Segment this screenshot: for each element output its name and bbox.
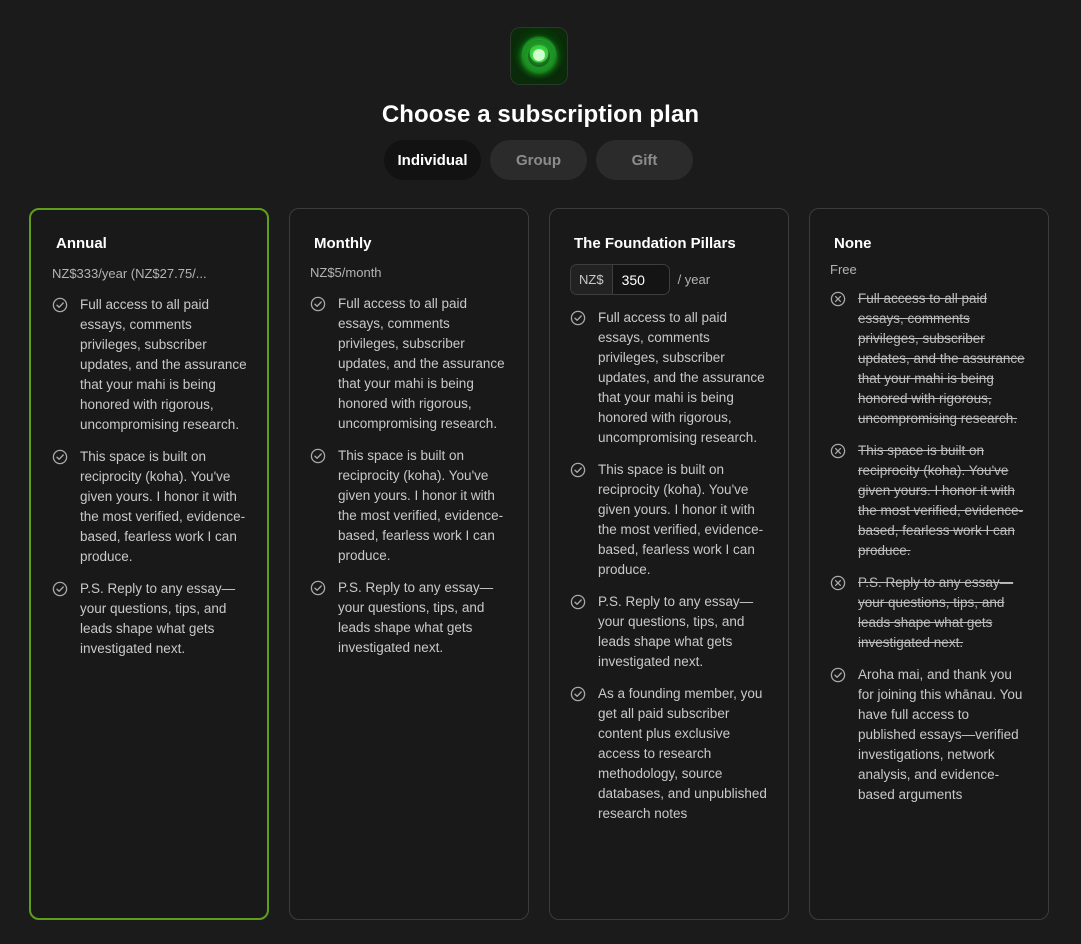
plan-card-annual[interactable]: Annual NZ$333/year (NZ$27.75/... Full ac… [29, 208, 269, 920]
check-circle-icon [52, 581, 68, 597]
feature-list: Full access to all paid essays, comments… [570, 308, 768, 824]
logo-gem [533, 49, 545, 61]
feature-item: This space is built on reciprocity (koha… [310, 446, 508, 566]
feature-text: Aroha mai, and thank you for joining thi… [858, 667, 1023, 802]
feature-text: Full access to all paid essays, comments… [338, 296, 505, 431]
feature-text: Full access to all paid essays, comments… [598, 310, 765, 445]
feature-text: This space is built on reciprocity (koha… [80, 449, 246, 564]
green-ring-logo-icon [511, 28, 567, 84]
x-circle-icon [830, 291, 846, 307]
feature-text: P.S. Reply to any essay—your questions, … [598, 594, 754, 669]
plan-price: Free [830, 262, 857, 277]
check-circle-icon [310, 296, 326, 312]
feature-text: As a founding member, you get all paid s… [598, 686, 767, 821]
check-circle-icon [570, 686, 586, 702]
feature-text: Full access to all paid essays, comments… [80, 297, 247, 432]
custom-amount-row: NZ$ / year [570, 264, 768, 295]
feature-text: P.S. Reply to any essay—your questions, … [80, 581, 236, 656]
x-circle-icon [830, 575, 846, 591]
plan-card-monthly[interactable]: Monthly NZ$5/month Full access to all pa… [289, 208, 529, 920]
plan-price: NZ$5/month [310, 265, 382, 280]
feature-text: This space is built on reciprocity (koha… [338, 448, 504, 563]
tab-gift[interactable]: Gift [596, 140, 693, 180]
plan-title: The Foundation Pillars [574, 235, 736, 252]
tab-group[interactable]: Group [490, 140, 587, 180]
check-circle-icon [52, 449, 68, 465]
feature-list: Full access to all paid essays, comments… [830, 289, 1028, 805]
feature-item: As a founding member, you get all paid s… [570, 684, 768, 824]
feature-item: This space is built on reciprocity (koha… [570, 460, 768, 580]
feature-text: Full access to all paid essays, comments… [858, 291, 1025, 426]
feature-item: P.S. Reply to any essay—your questions, … [310, 578, 508, 658]
feature-item: Full access to all paid essays, comments… [310, 294, 508, 434]
check-circle-icon [310, 580, 326, 596]
check-circle-icon [830, 667, 846, 683]
feature-item: Aroha mai, and thank you for joining thi… [830, 665, 1028, 805]
per-year-label: / year [677, 272, 711, 287]
plan-title: Annual [56, 235, 107, 252]
check-circle-icon [570, 462, 586, 478]
feature-text: P.S. Reply to any essay—your questions, … [858, 575, 1014, 650]
amount-field: NZ$ [570, 264, 670, 295]
feature-text: This space is built on reciprocity (koha… [858, 443, 1024, 558]
feature-item: Full access to all paid essays, comments… [570, 308, 768, 448]
check-circle-icon [310, 448, 326, 464]
check-circle-icon [570, 594, 586, 610]
feature-list: Full access to all paid essays, comments… [52, 295, 248, 659]
plan-title: Monthly [314, 235, 372, 252]
feature-item: P.S. Reply to any essay—your questions, … [570, 592, 768, 672]
plan-type-tabs: Individual Group Gift [384, 140, 693, 180]
plan-price: NZ$333/year (NZ$27.75/... [52, 266, 207, 281]
page-title: Choose a subscription plan [381, 101, 700, 128]
feature-item: This space is built on reciprocity (koha… [830, 441, 1028, 561]
plan-title: None [834, 235, 872, 252]
check-circle-icon [52, 297, 68, 313]
feature-list: Full access to all paid essays, comments… [310, 294, 508, 658]
plan-card-foundation-pillars[interactable]: The Foundation Pillars NZ$ / year Full a… [549, 208, 789, 920]
feature-item: P.S. Reply to any essay—your questions, … [52, 579, 248, 659]
feature-item: This space is built on reciprocity (koha… [52, 447, 248, 567]
feature-text: This space is built on reciprocity (koha… [598, 462, 764, 577]
feature-item: Full access to all paid essays, comments… [830, 289, 1028, 429]
currency-label: NZ$ [571, 265, 613, 294]
tab-individual[interactable]: Individual [384, 140, 481, 180]
amount-input[interactable] [612, 265, 669, 294]
plan-card-none[interactable]: None Free Full access to all paid essays… [809, 208, 1049, 920]
feature-item: Full access to all paid essays, comments… [52, 295, 248, 435]
feature-text: P.S. Reply to any essay—your questions, … [338, 580, 494, 655]
feature-item: P.S. Reply to any essay—your questions, … [830, 573, 1028, 653]
x-circle-icon [830, 443, 846, 459]
check-circle-icon [570, 310, 586, 326]
